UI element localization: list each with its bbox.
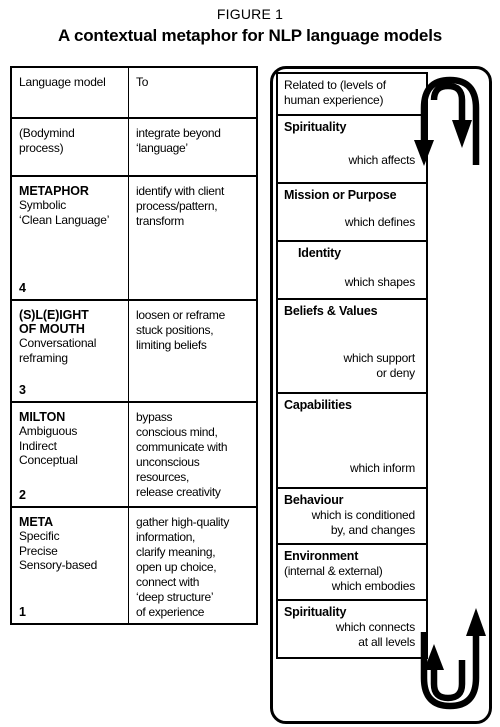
table-row: METAPHOR Symbolic ‘Clean Language’ 4 ide… [12, 177, 256, 301]
level-row-mission-or-purpose: Mission or Purpose which defines [278, 184, 426, 242]
to-description: loosen or reframe stuck positions, limit… [136, 308, 225, 352]
level-relation: which support or deny [343, 351, 416, 380]
table-header-to-label: To [136, 75, 149, 89]
level-name: Behaviour [284, 493, 344, 507]
to-description: bypass conscious mind, communicate with … [136, 410, 228, 499]
level-row-beliefs-and-values: Beliefs & Values which support or deny [278, 300, 426, 394]
levels-header-row: Related to (levels of human experience) [278, 74, 426, 116]
level-relation: which embodies [331, 579, 415, 593]
page-title: A contextual metaphor for NLP language m… [58, 26, 442, 45]
table-header-cell-to: To [129, 68, 256, 117]
model-level-number: 3 [19, 383, 26, 397]
level-relation: which defines [344, 215, 415, 229]
level-name: Spirituality [284, 120, 347, 134]
level-relation: which is conditioned by, and changes [311, 508, 416, 537]
to-cell: identify with client process/pattern, tr… [129, 177, 256, 299]
model-title: META [19, 515, 54, 529]
table-header-cell-language-model: Language model [12, 68, 129, 117]
model-cell: META Specific Precise Sensory-based 1 [12, 508, 129, 623]
table-row: MILTON Ambiguous Indirect Conceptual 2 b… [12, 403, 256, 508]
level-name: Identity [298, 246, 341, 260]
level-row-spirituality-bottom: Spirituality which connects at all level… [278, 601, 426, 657]
table-header-row: Language model To [12, 68, 256, 119]
level-row-identity: Identity which shapes [278, 242, 426, 300]
to-cell: bypass conscious mind, communicate with … [129, 403, 256, 506]
model-cell: MILTON Ambiguous Indirect Conceptual 2 [12, 403, 129, 506]
to-cell: integrate beyond ‘language’ [129, 119, 256, 175]
model-plain-text: (Bodymind process) [19, 126, 75, 155]
model-level-number: 2 [19, 488, 26, 502]
level-row-environment: Environment (internal & external) which … [278, 545, 426, 601]
level-row-capabilities: Capabilities which inform [278, 394, 426, 489]
table-header-language-model-label: Language model [19, 75, 106, 89]
level-relation: which affects [348, 153, 415, 167]
model-cell: METAPHOR Symbolic ‘Clean Language’ 4 [12, 177, 129, 299]
level-name: Mission or Purpose [284, 188, 397, 202]
table-row: META Specific Precise Sensory-based 1 ga… [12, 508, 256, 623]
model-level-number: 4 [19, 281, 26, 295]
model-subtitle: Specific Precise Sensory-based [19, 529, 98, 572]
levels-header-label: Related to (levels of human experience) [284, 78, 386, 107]
level-note: (internal & external) [284, 564, 383, 578]
level-name: Beliefs & Values [284, 304, 378, 318]
model-subtitle: Symbolic ‘Clean Language’ [19, 198, 110, 227]
level-relation: which shapes [344, 275, 416, 289]
language-model-table: Language model To (Bodymind process) int… [10, 66, 258, 625]
level-name: Environment [284, 549, 359, 563]
model-cell: (Bodymind process) [12, 119, 129, 175]
table-row: (S)L(E)IGHT OF MOUTH Conversational refr… [12, 301, 256, 403]
model-title: MILTON [19, 410, 66, 424]
level-row-behaviour: Behaviour which is conditioned by, and c… [278, 489, 426, 545]
to-cell: gather high-quality information, clarify… [129, 508, 256, 623]
level-row-spirituality-top: Spirituality which affects [278, 116, 426, 184]
model-cell: (S)L(E)IGHT OF MOUTH Conversational refr… [12, 301, 129, 401]
to-cell: loosen or reframe stuck positions, limit… [129, 301, 256, 401]
to-description: gather high-quality information, clarify… [136, 515, 230, 619]
level-name: Capabilities [284, 398, 352, 412]
figure-label: FIGURE 1 [216, 6, 284, 22]
model-subtitle: Conversational reframing [19, 336, 97, 365]
model-title: (S)L(E)IGHT OF MOUTH [19, 308, 89, 336]
levels-of-human-experience-column: Related to (levels of human experience) … [276, 72, 428, 659]
table-row: (Bodymind process) integrate beyond ‘lan… [12, 119, 256, 177]
model-level-number: 1 [19, 605, 26, 619]
level-name: Spirituality [284, 605, 347, 619]
level-relation: which connects at all levels [335, 620, 415, 649]
model-subtitle: Ambiguous Indirect Conceptual [19, 424, 78, 467]
to-description: integrate beyond ‘language’ [136, 126, 221, 155]
level-relation: which inform [350, 461, 415, 475]
to-description: identify with client process/pattern, tr… [136, 184, 225, 228]
model-title: METAPHOR [19, 184, 89, 198]
